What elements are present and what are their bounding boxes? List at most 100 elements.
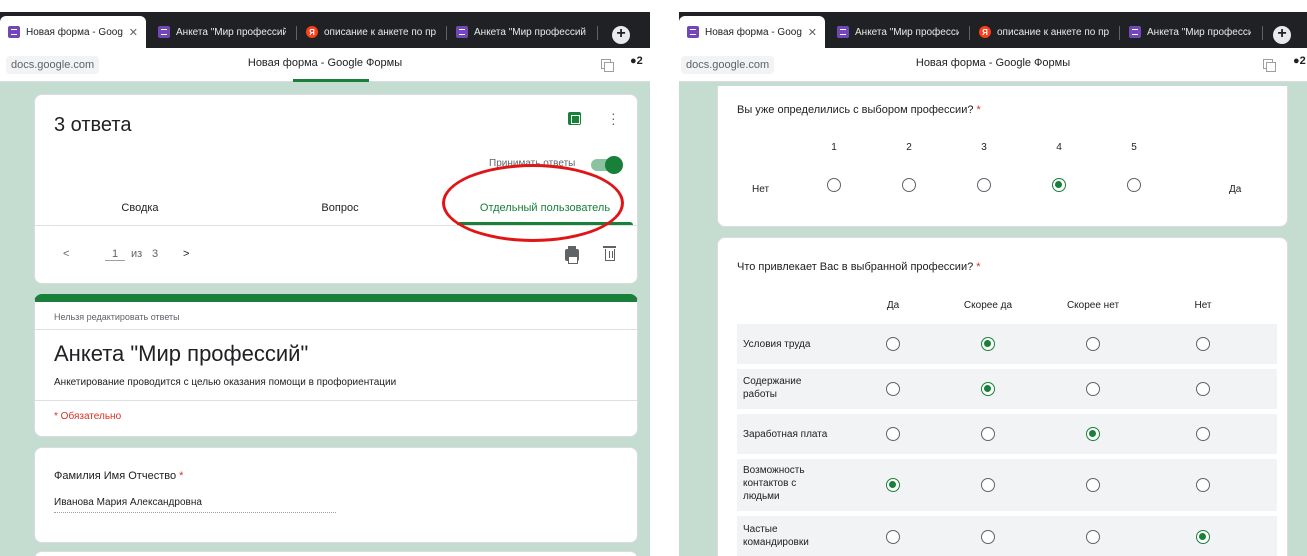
form-header-card: Нельзя редактировать ответы Анкета "Мир … <box>34 294 638 437</box>
scale-radio[interactable] <box>1052 178 1066 192</box>
scale-radio[interactable] <box>827 178 841 192</box>
scale-number: 2 <box>906 142 912 153</box>
close-icon[interactable]: ✕ <box>129 26 138 39</box>
copy-icon[interactable] <box>1263 59 1276 72</box>
browser-tab-active[interactable]: Новая форма - Googl ✕ <box>679 16 825 48</box>
comments-icon[interactable]: ●2 <box>1293 55 1306 67</box>
grid-radio[interactable] <box>886 337 900 351</box>
total-responses: 3 <box>152 248 159 260</box>
grid-radio[interactable] <box>981 337 995 351</box>
scale-radio[interactable] <box>977 178 991 192</box>
chevron-right-icon[interactable]: > <box>183 248 189 260</box>
tab-label: Анкета "Мир профессий <box>176 26 286 38</box>
grid-radio[interactable] <box>1086 427 1100 441</box>
page-title-underline <box>293 79 369 82</box>
grid-radio[interactable] <box>1086 382 1100 396</box>
question-label: Вы уже определились с выбором профессии?… <box>737 104 981 116</box>
tab-separator <box>446 26 447 40</box>
scale-radio[interactable] <box>1127 178 1141 192</box>
page-title: Новая форма - Google Формы <box>915 57 1071 69</box>
grid-radio[interactable] <box>886 427 900 441</box>
form-title: Анкета "Мир профессий" <box>54 341 309 366</box>
top-strip <box>679 0 1307 12</box>
forms-icon <box>456 26 468 38</box>
tab-label: Анкета "Мир профессий <box>855 26 959 38</box>
yandex-icon: Я <box>979 26 991 38</box>
tab-label: описание к анкете по пр <box>997 26 1109 38</box>
grid-radio[interactable] <box>981 530 995 544</box>
right-screenshot: Новая форма - Googl ✕ Анкета "Мир профес… <box>679 0 1307 556</box>
address-bar: docs.google.com Новая форма - Google Фор… <box>679 48 1307 82</box>
grid-radio[interactable] <box>981 427 995 441</box>
new-tab-plus-icon[interactable]: + <box>612 26 630 44</box>
top-strip <box>0 0 650 12</box>
grid-radio[interactable] <box>886 530 900 544</box>
browser-tab[interactable]: Анкета "Мир профессий <box>1121 16 1259 48</box>
question-label: Фамилия Имя Отчество * <box>54 470 184 482</box>
comments-icon[interactable]: ●2 <box>630 55 643 67</box>
chevron-left-icon[interactable]: < <box>63 248 69 260</box>
grid-radio[interactable] <box>1196 337 1210 351</box>
grid-column-header: Скорее да <box>963 300 1013 311</box>
tab-label: Анкета "Мир профессий <box>1147 26 1251 38</box>
of-label: из <box>131 248 143 260</box>
question-label: Что привлекает Вас в выбранной профессии… <box>737 261 981 273</box>
scale-high-label: Да <box>1229 184 1242 195</box>
browser-tab-active[interactable]: Новая форма - Googl ✕ <box>0 16 146 48</box>
grid-radio[interactable] <box>1086 478 1100 492</box>
grid-radio[interactable] <box>1086 530 1100 544</box>
tab-separator <box>969 26 970 40</box>
grid-row-label: Возможность контактов с людьми <box>743 465 805 502</box>
copy-icon[interactable] <box>601 59 614 72</box>
browser-tab[interactable]: Я описание к анкете по пр <box>971 16 1117 48</box>
required-note: * Обязательно <box>54 411 122 422</box>
tab-separator <box>296 26 297 40</box>
grid-radio[interactable] <box>1196 427 1210 441</box>
print-icon[interactable] <box>565 246 579 264</box>
grid-radio[interactable] <box>1196 382 1210 396</box>
browser-tab[interactable]: Анкета "Мир профессий <box>150 16 294 48</box>
grid-row-label: Условия труда <box>743 339 811 350</box>
grid-radio[interactable] <box>981 382 995 396</box>
annotation-ellipse <box>442 164 624 242</box>
yandex-icon: Я <box>306 26 318 38</box>
forms-icon <box>1129 26 1141 38</box>
grid-radio[interactable] <box>981 478 995 492</box>
more-vert-icon[interactable]: · · · <box>611 106 616 130</box>
tab-summary[interactable]: Сводка <box>75 202 205 214</box>
grid-radio[interactable] <box>1196 478 1210 492</box>
grid-radio[interactable] <box>1086 337 1100 351</box>
forms-icon <box>8 26 20 38</box>
address-bar: docs.google.com Новая форма - Google Фор… <box>0 48 650 82</box>
scale-radio[interactable] <box>902 178 916 192</box>
grid-radio[interactable] <box>886 478 900 492</box>
sheets-icon[interactable] <box>568 112 581 125</box>
browser-tab[interactable]: Я описание к анкете по пр <box>298 16 444 48</box>
grid-row-label: Частые командировки <box>743 524 809 548</box>
grid-radio[interactable] <box>1196 530 1210 544</box>
grid-column-header: Да <box>886 300 900 311</box>
tab-label: Новая форма - Googl <box>705 26 802 38</box>
forms-icon <box>158 26 170 38</box>
scale-number: 3 <box>981 142 987 153</box>
tab-question[interactable]: Вопрос <box>275 202 405 214</box>
scale-number: 1 <box>831 142 837 153</box>
accept-responses-toggle[interactable] <box>591 156 623 174</box>
responses-count-title: 3 ответа <box>54 114 132 136</box>
tab-separator <box>1119 26 1120 40</box>
new-tab-plus-icon[interactable]: + <box>1273 26 1291 44</box>
left-screenshot: Новая форма - Googl ✕ Анкета "Мир профес… <box>0 0 650 556</box>
response-index-input[interactable]: 1 <box>105 248 125 261</box>
scale-question-card: Вы уже определились с выбором профессии?… <box>717 86 1288 227</box>
grid-radio[interactable] <box>886 382 900 396</box>
browser-tab[interactable]: Анкета "Мир профессий <box>448 16 594 48</box>
forms-icon <box>837 26 849 38</box>
tab-label: Анкета "Мир профессий <box>474 26 586 38</box>
tab-separator <box>597 26 598 40</box>
browser-tab[interactable]: Анкета "Мир профессий <box>829 16 967 48</box>
scale-number: 5 <box>1131 142 1137 153</box>
trash-icon[interactable] <box>603 246 616 261</box>
grid-question-card: Что привлекает Вас в выбранной профессии… <box>717 237 1288 556</box>
browser-tabbar: Новая форма - Googl ✕ Анкета "Мир профес… <box>0 12 650 48</box>
close-icon[interactable]: ✕ <box>808 26 817 39</box>
